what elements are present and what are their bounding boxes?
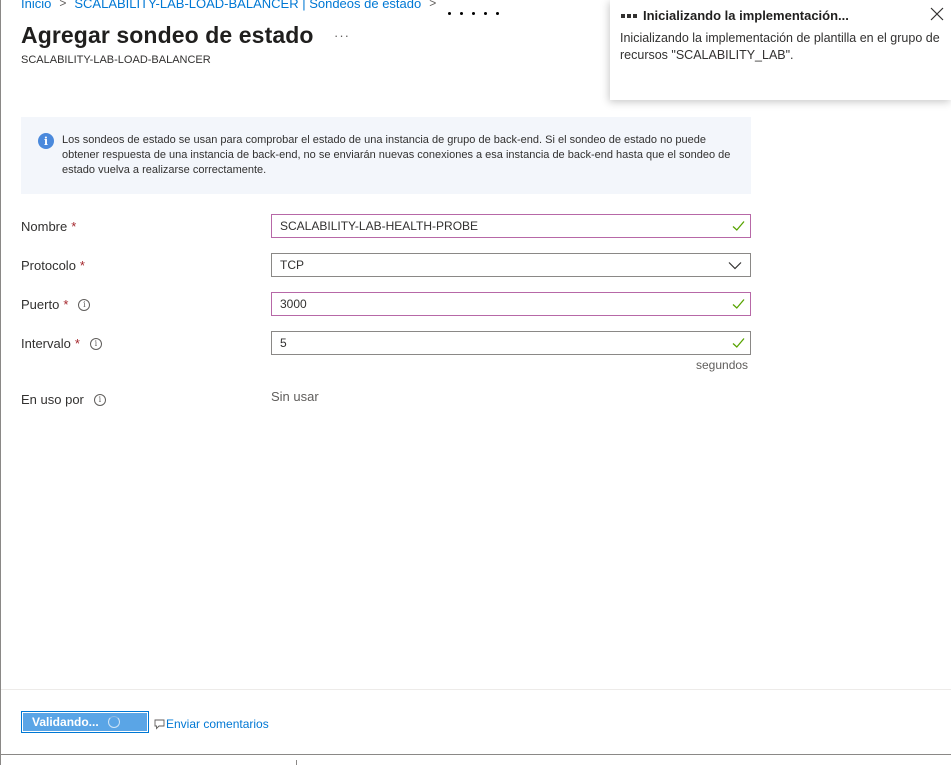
loading-indicator (448, 12, 499, 15)
chevron-down-icon (728, 262, 742, 270)
breadcrumb-home-link[interactable]: Inicio (21, 0, 51, 11)
left-border (0, 0, 1, 765)
validate-button[interactable]: Validando... (21, 711, 149, 733)
interval-label: Intervalo * i (21, 336, 102, 351)
help-icon[interactable]: i (89, 337, 102, 350)
more-options-button[interactable]: ··· (334, 28, 350, 43)
port-input-value: 3000 (280, 297, 307, 311)
notification-toast[interactable]: Inicializando la implementación... Inici… (610, 0, 951, 100)
name-input[interactable]: SCALABILITY-LAB-HEALTH-PROBE (271, 214, 751, 238)
protocol-label-text: Protocolo (21, 258, 76, 273)
required-marker: * (71, 219, 77, 234)
info-banner: i Los sondeos de estado se usan para com… (21, 117, 751, 194)
close-icon[interactable] (929, 6, 945, 22)
info-text: Los sondeos de estado se usan para compr… (62, 134, 731, 176)
validate-button-face: Validando... (23, 713, 147, 731)
interval-input[interactable]: 5 (271, 331, 751, 355)
interval-label-text: Intervalo (21, 336, 71, 351)
breadcrumb-separator-icon: > (59, 0, 67, 10)
feedback-icon (154, 719, 165, 730)
bottom-divider (1, 754, 951, 755)
port-input[interactable]: 3000 (271, 292, 751, 316)
feedback-link[interactable]: Enviar comentarios (154, 717, 269, 731)
name-label-text: Nombre (21, 219, 68, 234)
name-label: Nombre * (21, 219, 76, 234)
breadcrumb-parent-link[interactable]: SCALABILITY-LAB-LOAD-BALANCER | Sondeos … (74, 0, 421, 11)
page-subtitle: SCALABILITY-LAB-LOAD-BALANCER (21, 54, 211, 66)
spinner-icon (107, 716, 120, 728)
validate-button-label: Validando... (32, 715, 99, 729)
protocol-dropdown[interactable]: TCP (271, 253, 751, 277)
checkmark-icon (732, 299, 745, 309)
port-label-text: Puerto (21, 297, 60, 312)
port-label: Puerto * i (21, 297, 91, 312)
required-marker: * (79, 258, 85, 273)
feedback-link-label: Enviar comentarios (166, 717, 269, 731)
footer-divider (1, 689, 951, 690)
breadcrumb: Inicio > SCALABILITY-LAB-LOAD-BALANCER |… (21, 0, 444, 12)
in-use-label-text: En uso por (21, 392, 84, 407)
in-use-label: En uso por i (21, 392, 106, 407)
notification-title: Inicializando la implementación... (643, 8, 849, 23)
bottom-tick (296, 760, 297, 765)
interval-unit-label: segundos (696, 358, 749, 372)
progress-dots-icon (621, 14, 637, 18)
notification-body: Inicializando la implementación de plant… (620, 31, 940, 62)
help-icon[interactable]: i (78, 298, 91, 311)
in-use-value: Sin usar (271, 389, 319, 404)
protocol-label: Protocolo * (21, 258, 85, 273)
required-marker: * (63, 297, 69, 312)
breadcrumb-separator-icon: > (429, 0, 437, 10)
info-icon: i (38, 133, 54, 149)
protocol-selected-value: TCP (280, 258, 304, 272)
checkmark-icon (732, 221, 745, 231)
interval-input-value: 5 (280, 336, 287, 350)
checkmark-icon (732, 338, 745, 348)
help-icon[interactable]: i (93, 393, 106, 406)
name-input-value: SCALABILITY-LAB-HEALTH-PROBE (280, 219, 479, 233)
required-marker: * (74, 336, 80, 351)
page-title: Agregar sondeo de estado (21, 22, 314, 48)
